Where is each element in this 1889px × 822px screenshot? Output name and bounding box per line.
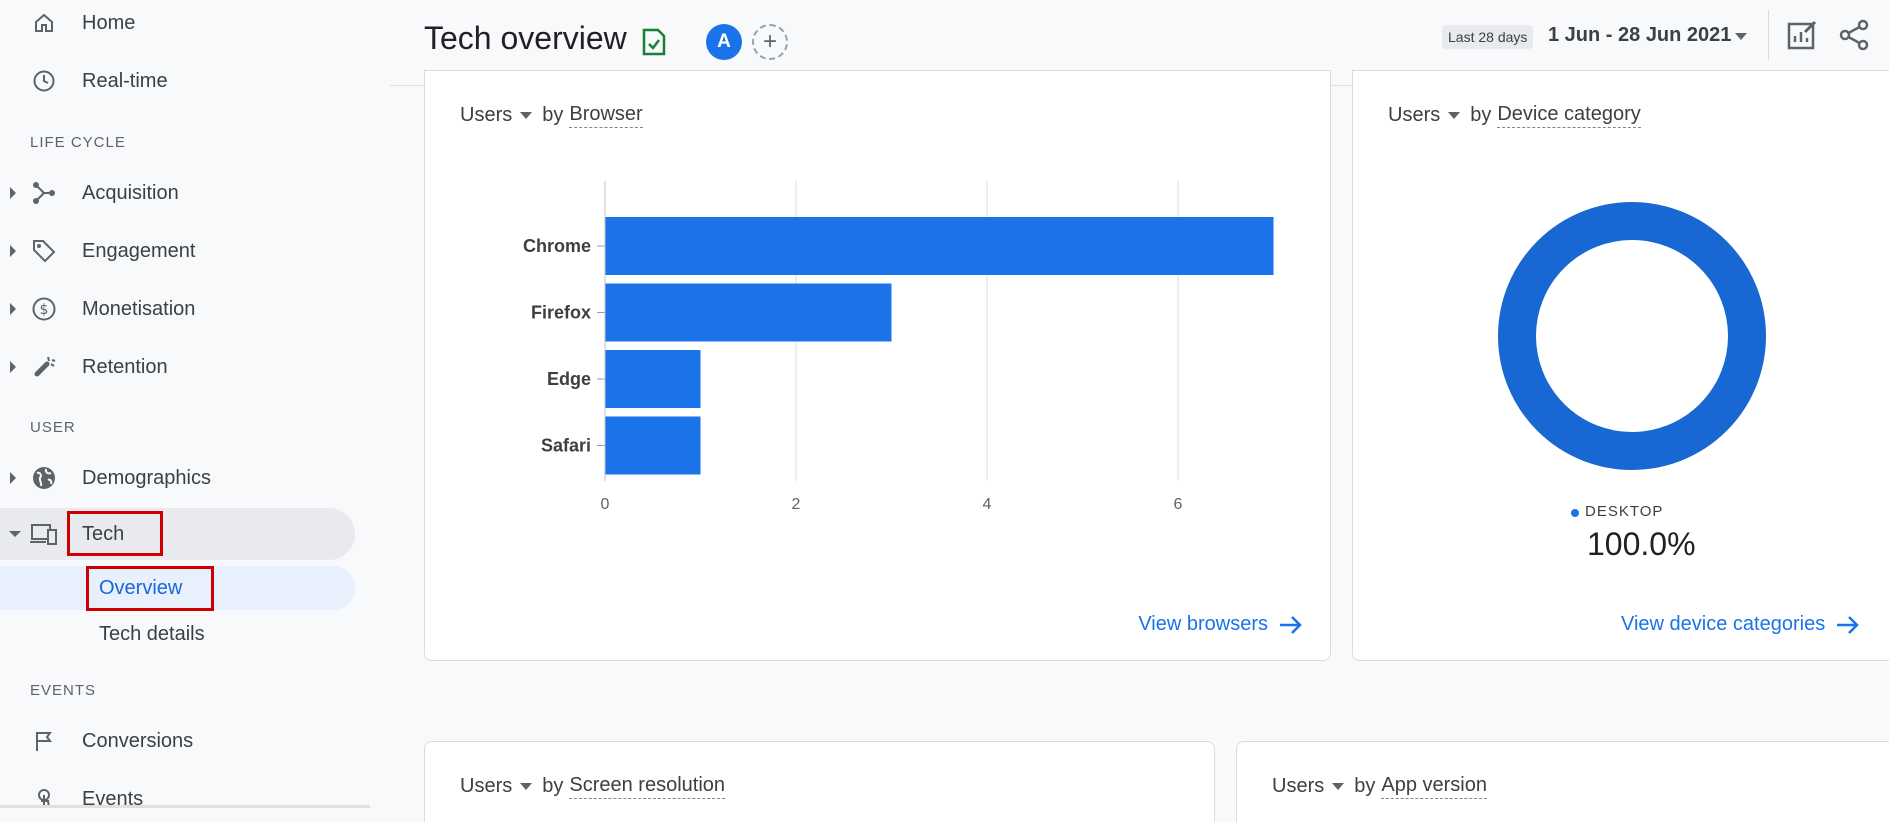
- bar-edge: [605, 350, 701, 408]
- bar-safari: [605, 416, 701, 475]
- sidebar-item-label: Home: [82, 11, 136, 34]
- sidebar-item-label: Conversions: [82, 729, 194, 752]
- sidebar-subitem-label: Tech details: [99, 622, 205, 645]
- card-title: Users by Device category: [1388, 103, 1641, 128]
- caret-right-icon: [10, 303, 16, 315]
- dimension-selector[interactable]: Device category: [1497, 103, 1641, 128]
- customize-report-icon[interactable]: [1785, 18, 1819, 52]
- browser-card: Users by Browser 0 2 4 6 Chrome Firefox Edge Sa…: [424, 70, 1331, 661]
- bar-firefox: [605, 283, 892, 342]
- x-tick-label: 6: [1174, 496, 1183, 513]
- chevron-down-icon[interactable]: [1332, 783, 1345, 790]
- caret-right-icon: [10, 245, 16, 257]
- chevron-down-icon[interactable]: [1735, 33, 1747, 40]
- highlight-box-tech: [67, 511, 163, 556]
- section-title-events: EVENTS: [30, 682, 97, 699]
- x-tick-label: 4: [983, 496, 992, 513]
- y-category-label: Edge: [547, 369, 591, 389]
- link-label: View device categories: [1621, 613, 1826, 635]
- arrow-right-icon: [1837, 615, 1859, 634]
- flag-icon: [29, 726, 59, 756]
- caret-right-icon: [10, 472, 16, 484]
- sidebar-item-label: Demographics: [82, 466, 211, 489]
- svg-text:$: $: [40, 302, 49, 318]
- metric-selector[interactable]: Users: [460, 775, 512, 798]
- link-label: View browsers: [1138, 613, 1268, 635]
- sidebar-item-monetisation[interactable]: $ Monetisation: [0, 283, 355, 335]
- sidebar-item-realtime[interactable]: Real-time: [0, 55, 355, 107]
- y-category-label: Firefox: [531, 303, 591, 323]
- legend-value: 100.0%: [1587, 526, 1696, 562]
- app-version-card: Users by App version: [1236, 741, 1889, 822]
- sidebar-item-retention[interactable]: Retention: [0, 341, 355, 393]
- dimension-selector[interactable]: App version: [1381, 774, 1487, 799]
- by-label: by: [1354, 775, 1376, 797]
- legend-dot: [1571, 509, 1579, 517]
- caret-right-icon: [10, 361, 16, 373]
- sidebar-item-acquisition[interactable]: Acquisition: [0, 167, 355, 219]
- card-title: Users by Screen resolution: [460, 774, 726, 799]
- dimension-selector[interactable]: Screen resolution: [569, 774, 726, 799]
- dollar-icon: $: [29, 294, 59, 324]
- comparison-avatar[interactable]: A: [706, 24, 742, 60]
- devices-icon: [29, 519, 59, 549]
- caret-down-icon: [9, 531, 21, 537]
- share-icon[interactable]: [1837, 18, 1871, 52]
- add-comparison-button[interactable]: +: [752, 24, 788, 60]
- sidebar-item-label: Retention: [82, 355, 168, 378]
- card-title: Users by App version: [1272, 774, 1487, 799]
- device-donut-chart: [1498, 202, 1766, 470]
- sidebar-divider: [0, 805, 370, 808]
- sidebar-item-home[interactable]: Home: [0, 0, 355, 49]
- by-label: by: [1470, 104, 1492, 126]
- sidebar-item-label: Real-time: [82, 69, 168, 92]
- arrow-right-icon: [1280, 615, 1302, 634]
- sidebar-item-label: Engagement: [82, 239, 196, 262]
- magnet-icon: [29, 352, 59, 382]
- sidebar-subitem-tech-details[interactable]: Tech details: [0, 612, 355, 656]
- clock-icon: [29, 66, 59, 96]
- sidebar-item-label: Monetisation: [82, 297, 196, 320]
- sidebar-item-events[interactable]: Events: [0, 773, 355, 822]
- globe-icon: [29, 463, 59, 493]
- browser-bar-chart: 0 2 4 6 Chrome Firefox Edge Safari: [523, 181, 1274, 513]
- device-card: Users by Device category DESKTOP 100.0% …: [1352, 70, 1889, 661]
- caret-right-icon: [10, 187, 16, 199]
- acquisition-icon: [29, 178, 59, 208]
- touch-icon: [29, 784, 59, 814]
- sidebar-item-engagement[interactable]: Engagement: [0, 225, 355, 277]
- header-divider: [1768, 10, 1769, 60]
- view-browsers-link[interactable]: View browsers: [1138, 613, 1304, 636]
- home-icon: [29, 8, 59, 38]
- chevron-down-icon[interactable]: [520, 783, 533, 790]
- sidebar: Home Real-time LIFE CYCLE Acquisition En…: [0, 0, 390, 822]
- sidebar-item-conversions[interactable]: Conversions: [0, 715, 355, 767]
- section-title-lifecycle: LIFE CYCLE: [30, 134, 126, 151]
- by-label: by: [542, 775, 564, 797]
- report-status-icon[interactable]: [642, 28, 666, 61]
- y-category-label: Chrome: [523, 236, 591, 256]
- metric-selector[interactable]: Users: [1272, 775, 1324, 798]
- view-device-categories-link[interactable]: View device categories: [1621, 613, 1861, 636]
- sidebar-item-tech[interactable]: Tech: [0, 508, 355, 560]
- tag-icon: [29, 236, 59, 266]
- chevron-down-icon[interactable]: [1448, 112, 1461, 119]
- bar-chrome: [605, 217, 1274, 275]
- x-tick-label: 2: [792, 496, 801, 513]
- section-title-user: USER: [30, 419, 76, 436]
- x-tick-label: 0: [601, 496, 610, 513]
- legend-label: DESKTOP: [1585, 503, 1664, 520]
- date-chip: Last 28 days: [1442, 25, 1534, 49]
- page-title: Tech overview: [424, 20, 627, 56]
- date-range-selector[interactable]: 1 Jun - 28 Jun 2021: [1548, 24, 1731, 47]
- screen-resolution-card: Users by Screen resolution: [424, 741, 1215, 822]
- sidebar-item-demographics[interactable]: Demographics: [0, 452, 355, 504]
- highlight-box-overview: [86, 566, 214, 611]
- sidebar-item-label: Acquisition: [82, 181, 179, 204]
- slice-desktop: [1498, 202, 1766, 470]
- metric-selector[interactable]: Users: [1388, 104, 1440, 127]
- y-category-label: Safari: [541, 436, 591, 456]
